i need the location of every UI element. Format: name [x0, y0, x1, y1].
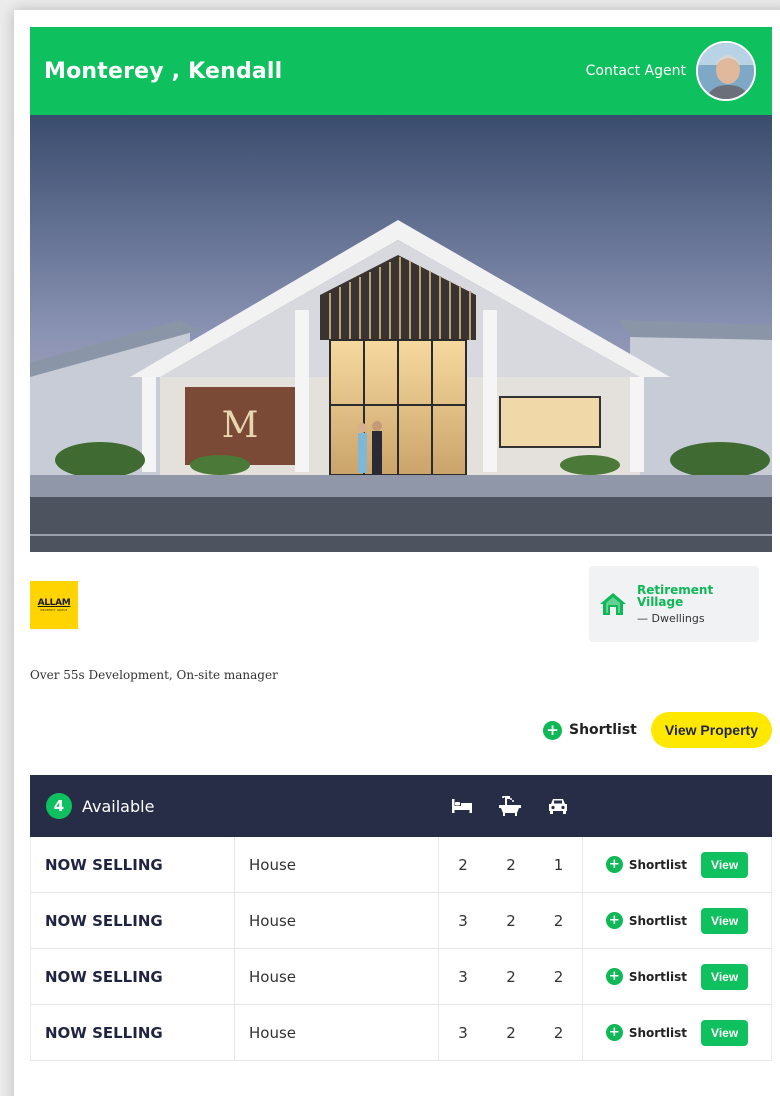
- contact-agent-label: Contact Agent: [585, 63, 686, 79]
- contact-agent-button[interactable]: Contact Agent: [586, 41, 756, 101]
- row-view-button[interactable]: View: [701, 851, 749, 878]
- plus-icon: +: [605, 968, 623, 985]
- shortlist-button[interactable]: + Shortlist: [542, 720, 637, 740]
- row-shortlist-label: Shortlist: [628, 1025, 688, 1040]
- availability-summary: 4 Available: [30, 793, 438, 819]
- property-hero-image: M: [30, 115, 772, 552]
- row-type: House: [235, 893, 439, 948]
- row-cars: 1: [535, 837, 583, 892]
- plus-icon: +: [605, 856, 623, 873]
- dwellings-count: — Dwellings: [637, 611, 705, 625]
- agent-avatar[interactable]: [696, 41, 756, 101]
- row-type: House: [235, 949, 439, 1004]
- row-type: House: [235, 837, 439, 892]
- row-shortlist-label: Shortlist: [628, 969, 688, 984]
- project-description: Over 55s Development, On-site manager: [30, 668, 278, 682]
- row-beds: 3: [458, 911, 468, 930]
- available-count: 4: [46, 793, 72, 819]
- row-beds: 2: [458, 855, 468, 874]
- row-status: NOW SELLING: [31, 1005, 235, 1060]
- shortlist-label: Shortlist: [568, 722, 637, 738]
- listing-header: Monterey , Kendall Contact Agent: [30, 27, 772, 115]
- row-actions: + Shortlist View: [583, 949, 771, 1004]
- row-actions: + Shortlist View: [583, 837, 771, 892]
- bath-icon: [486, 796, 534, 816]
- developer-logo-subtext: PROPERTY GROUP: [40, 609, 68, 612]
- plus-icon: +: [542, 720, 562, 740]
- row-beds: 3: [458, 967, 468, 986]
- project-type-badge: Retirement Village — Dwellings: [589, 566, 759, 642]
- table-row: NOW SELLING House 2 2 1 + Shortlist View: [30, 837, 772, 893]
- plus-icon: +: [605, 912, 623, 929]
- row-actions: + Shortlist View: [583, 1005, 771, 1060]
- developer-logo-text: ALLAM: [37, 598, 71, 608]
- availability-header: 4 Available: [30, 775, 772, 837]
- row-actions: + Shortlist View: [583, 893, 771, 948]
- row-baths: 2: [506, 1023, 516, 1042]
- row-shortlist-label: Shortlist: [628, 857, 688, 872]
- row-type: House: [235, 1005, 439, 1060]
- table-row: NOW SELLING House 3 2 2 + Shortlist View: [30, 949, 772, 1005]
- view-property-button[interactable]: View Property: [650, 712, 772, 748]
- row-baths: 2: [506, 911, 516, 930]
- listing-actions: + Shortlist View Property: [542, 712, 772, 748]
- developer-logo: ALLAM PROPERTY GROUP: [30, 581, 78, 629]
- row-baths: 2: [506, 855, 516, 874]
- row-beds: 3: [458, 1023, 468, 1042]
- house-icon: [600, 593, 626, 615]
- table-row: NOW SELLING House 3 2 2 + Shortlist View: [30, 893, 772, 949]
- row-status: NOW SELLING: [31, 893, 235, 948]
- plus-icon: +: [605, 1024, 623, 1041]
- row-shortlist-label: Shortlist: [628, 913, 688, 928]
- project-type-name: Retirement Village: [637, 582, 714, 609]
- row-cars: 2: [535, 949, 583, 1004]
- row-cars: 2: [535, 893, 583, 948]
- row-cars: 2: [535, 1005, 583, 1060]
- row-shortlist-button[interactable]: + Shortlist: [605, 1024, 688, 1041]
- available-label: Available: [82, 796, 155, 816]
- table-row: NOW SELLING House 3 2 2 + Shortlist View: [30, 1005, 772, 1061]
- row-shortlist-button[interactable]: + Shortlist: [605, 856, 688, 873]
- car-icon: [534, 798, 582, 814]
- row-status: NOW SELLING: [31, 949, 235, 1004]
- row-baths: 2: [506, 967, 516, 986]
- row-view-button[interactable]: View: [701, 1019, 749, 1046]
- row-shortlist-button[interactable]: + Shortlist: [605, 912, 688, 929]
- row-view-button[interactable]: View: [701, 907, 749, 934]
- availability-table: 4 Available NOW SELLING House 2 2 1 + Sh…: [30, 775, 772, 1061]
- svg-text:M: M: [222, 405, 259, 446]
- row-view-button[interactable]: View: [701, 963, 749, 990]
- bed-icon: [438, 799, 486, 813]
- row-status: NOW SELLING: [31, 837, 235, 892]
- listing-title: Monterey , Kendall: [44, 58, 283, 84]
- row-shortlist-button[interactable]: + Shortlist: [605, 968, 688, 985]
